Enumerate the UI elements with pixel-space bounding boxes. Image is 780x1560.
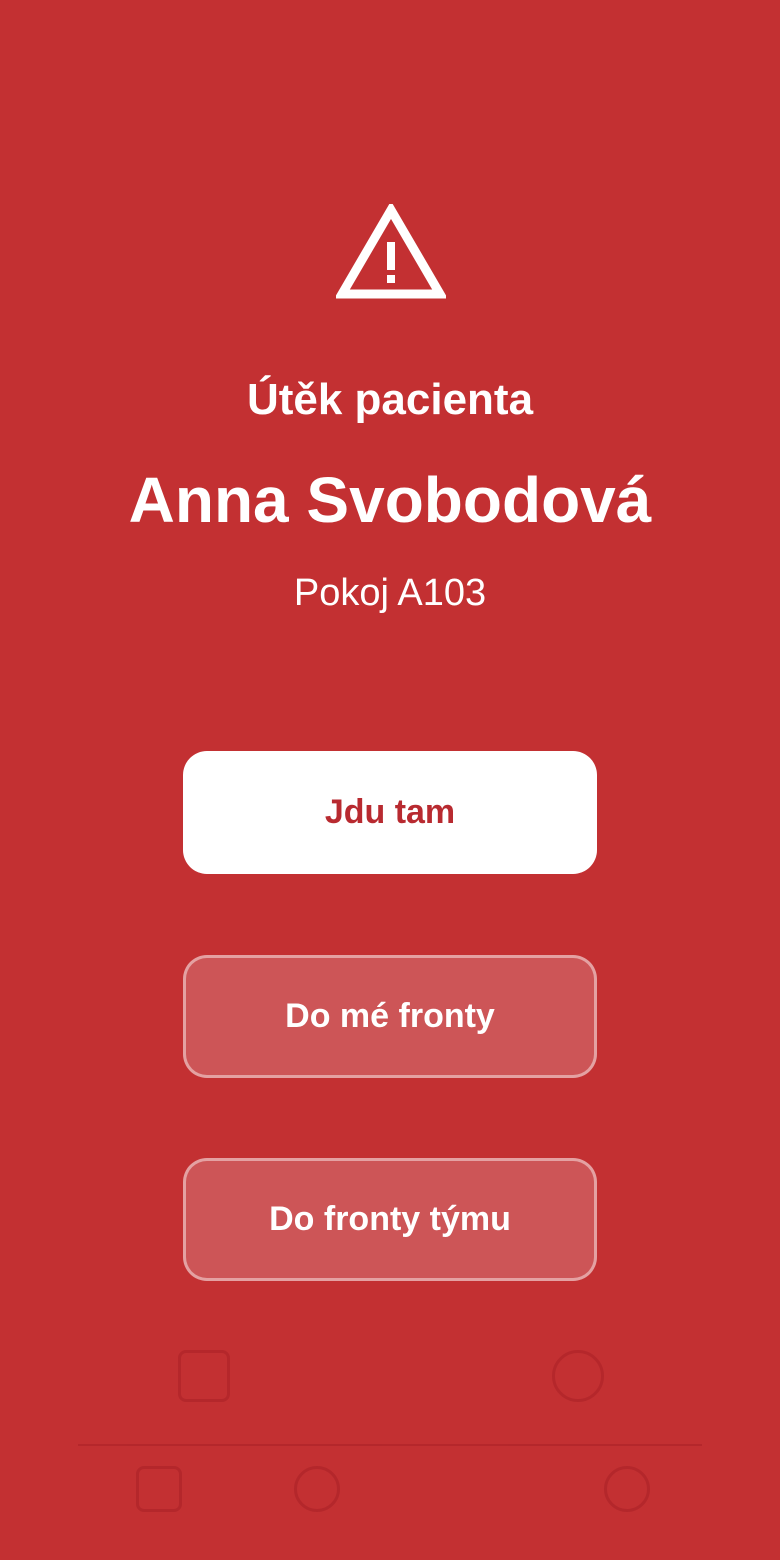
- room-label: Pokoj A103: [293, 572, 487, 614]
- patient-name: Anna Svobodová: [128, 464, 652, 536]
- add-to-my-queue-button[interactable]: Do mé fronty: [183, 955, 597, 1078]
- patient-escape-alert: Útěk pacienta Anna Svobodová Pokoj A103 …: [0, 0, 780, 1560]
- add-to-team-queue-button[interactable]: Do fronty týmu: [183, 1158, 597, 1281]
- go-there-button[interactable]: Jdu tam: [183, 751, 597, 874]
- warning-icon: [336, 204, 446, 299]
- alert-title: Útěk pacienta: [246, 375, 534, 424]
